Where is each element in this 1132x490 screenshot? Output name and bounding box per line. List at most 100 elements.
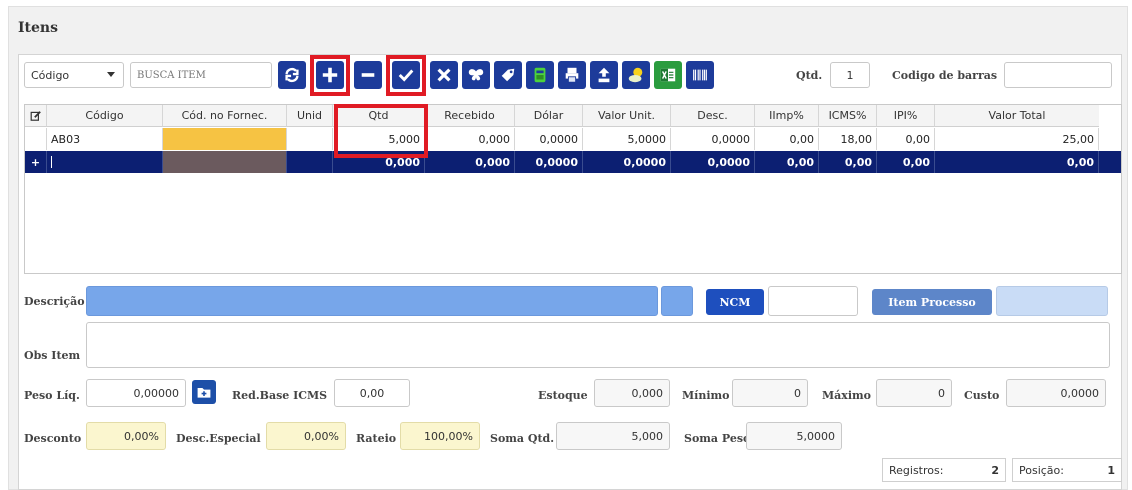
custo-label: Custo xyxy=(964,389,1000,402)
cell-unid[interactable] xyxy=(287,128,333,150)
column-header[interactable]: IImp% xyxy=(755,105,819,127)
weather-button[interactable] xyxy=(622,61,650,89)
minimo-label: Mínimo xyxy=(682,389,730,402)
highlight-confirm-button xyxy=(386,55,426,96)
barcode-label: Codigo de barras xyxy=(892,69,998,82)
cell-valor-total[interactable]: 25,00 xyxy=(935,128,1099,150)
new-row-marker: + xyxy=(25,151,47,173)
cell-iimp[interactable]: 0,00 xyxy=(755,151,819,173)
excel-button[interactable] xyxy=(654,61,682,89)
barcode-button[interactable] xyxy=(686,61,714,89)
cell-cod-fornec[interactable] xyxy=(163,151,287,173)
red-base-icms-input[interactable]: 0,00 xyxy=(334,379,410,407)
descricao-input[interactable] xyxy=(86,286,658,316)
column-header[interactable]: Valor Total xyxy=(935,105,1099,127)
barcode-input[interactable] xyxy=(1004,62,1112,88)
item-processo-input[interactable] xyxy=(996,286,1108,316)
posicao-status: Posição: 1 xyxy=(1012,458,1122,482)
peso-add-button[interactable] xyxy=(192,380,216,404)
column-header[interactable]: IPI% xyxy=(877,105,935,127)
table-row[interactable]: AB03 5,000 0,000 0,0000 5,0000 0,0000 0,… xyxy=(25,128,1121,150)
items-grid: Código Cód. no Fornec. Unid Qtd Recebido… xyxy=(24,104,1122,274)
panel-title: Itens xyxy=(18,20,58,36)
refresh-icon xyxy=(285,67,299,83)
ncm-input[interactable] xyxy=(768,286,858,316)
upload-button[interactable] xyxy=(590,61,618,89)
obs-item-textarea[interactable] xyxy=(86,322,1110,368)
green-tool-button[interactable] xyxy=(526,61,554,89)
peso-liq-label: Peso Líq. xyxy=(24,389,80,402)
cell-cod-fornec[interactable] xyxy=(163,128,287,150)
maximo-label: Máximo xyxy=(822,389,872,402)
posicao-label: Posição: xyxy=(1019,463,1064,477)
column-header[interactable]: ICMS% xyxy=(819,105,877,127)
close-icon xyxy=(437,68,451,82)
calculator-icon xyxy=(534,67,546,83)
cell-valor-unit[interactable]: 5,0000 xyxy=(583,128,671,150)
print-button[interactable] xyxy=(558,61,586,89)
folder-plus-icon xyxy=(197,388,211,398)
column-header[interactable]: Unid xyxy=(287,105,333,127)
peso-liq-input[interactable]: 0,00000 xyxy=(86,379,186,407)
chevron-down-icon xyxy=(107,72,115,77)
cell-valor-total[interactable]: 0,00 xyxy=(935,151,1099,173)
estoque-input: 0,000 xyxy=(594,379,670,407)
highlight-qtd-cell xyxy=(334,104,428,158)
registros-label: Registros: xyxy=(889,463,944,477)
tag-icon xyxy=(501,68,515,82)
search-input[interactable] xyxy=(130,62,272,88)
butterfly-button[interactable] xyxy=(462,61,490,89)
cell-desc[interactable]: 0,0000 xyxy=(671,151,755,173)
cell-dolar[interactable]: 0,0000 xyxy=(515,128,583,150)
cell-icms[interactable]: 18,00 xyxy=(819,128,877,150)
desconto-label: Desconto xyxy=(24,432,82,445)
highlight-add-button xyxy=(310,55,350,96)
table-row-new[interactable]: + 0,000 0,000 0,0000 0,0000 0,0000 0,00 … xyxy=(25,151,1121,173)
column-header[interactable]: Código xyxy=(47,105,163,127)
rateio-input[interactable]: 100,00% xyxy=(400,422,480,450)
refresh-button[interactable] xyxy=(278,61,306,89)
descricao-extra-input[interactable] xyxy=(661,286,693,316)
soma-qtd-input: 5,000 xyxy=(556,422,670,450)
printer-icon xyxy=(565,67,579,83)
cell-ipi[interactable]: 0,00 xyxy=(877,151,935,173)
cancel-button[interactable] xyxy=(430,61,458,89)
item-processo-button[interactable]: Item Processo xyxy=(872,289,992,315)
maximo-input: 0 xyxy=(876,379,952,407)
cell-dolar[interactable]: 0,0000 xyxy=(515,151,583,173)
upload-icon xyxy=(598,67,610,83)
search-field-select[interactable]: Código xyxy=(24,62,124,88)
desc-especial-label: Desc.Especial xyxy=(176,432,261,445)
ncm-button[interactable]: NCM xyxy=(706,289,764,315)
column-header[interactable]: Cód. no Fornec. xyxy=(163,105,287,127)
remove-button[interactable] xyxy=(354,61,382,89)
cell-unid[interactable] xyxy=(287,151,333,173)
custo-input: 0,0000 xyxy=(1006,379,1106,407)
registros-value: 2 xyxy=(991,463,999,477)
edit-column-header[interactable] xyxy=(25,105,47,127)
column-header[interactable]: Recebido xyxy=(425,105,515,127)
desconto-input[interactable]: 0,00% xyxy=(86,422,166,450)
obs-item-label: Obs Item xyxy=(24,349,81,362)
cell-recebido[interactable]: 0,000 xyxy=(425,128,515,150)
rateio-label: Rateio xyxy=(356,432,397,445)
cell-icms[interactable]: 0,00 xyxy=(819,151,877,173)
tag-button[interactable] xyxy=(494,61,522,89)
cell-codigo[interactable]: AB03 xyxy=(47,128,163,150)
cell-recebido[interactable]: 0,000 xyxy=(425,151,515,173)
row-marker xyxy=(25,128,47,150)
column-header[interactable]: Dólar xyxy=(515,105,583,127)
cell-iimp[interactable]: 0,00 xyxy=(755,128,819,150)
desc-especial-input[interactable]: 0,00% xyxy=(266,422,346,450)
barcode-icon xyxy=(693,69,707,81)
qtd-input[interactable]: 1 xyxy=(830,62,870,88)
estoque-label: Estoque xyxy=(538,389,588,402)
column-header[interactable]: Desc. xyxy=(671,105,755,127)
qtd-label: Qtd. xyxy=(796,69,823,82)
cell-ipi[interactable]: 0,00 xyxy=(877,128,935,150)
cell-desc[interactable]: 0,0000 xyxy=(671,128,755,150)
cell-codigo-editor[interactable] xyxy=(47,151,163,173)
column-header[interactable]: Valor Unit. xyxy=(583,105,671,127)
cell-valor-unit[interactable]: 0,0000 xyxy=(583,151,671,173)
soma-peso-input: 5,0000 xyxy=(746,422,842,450)
